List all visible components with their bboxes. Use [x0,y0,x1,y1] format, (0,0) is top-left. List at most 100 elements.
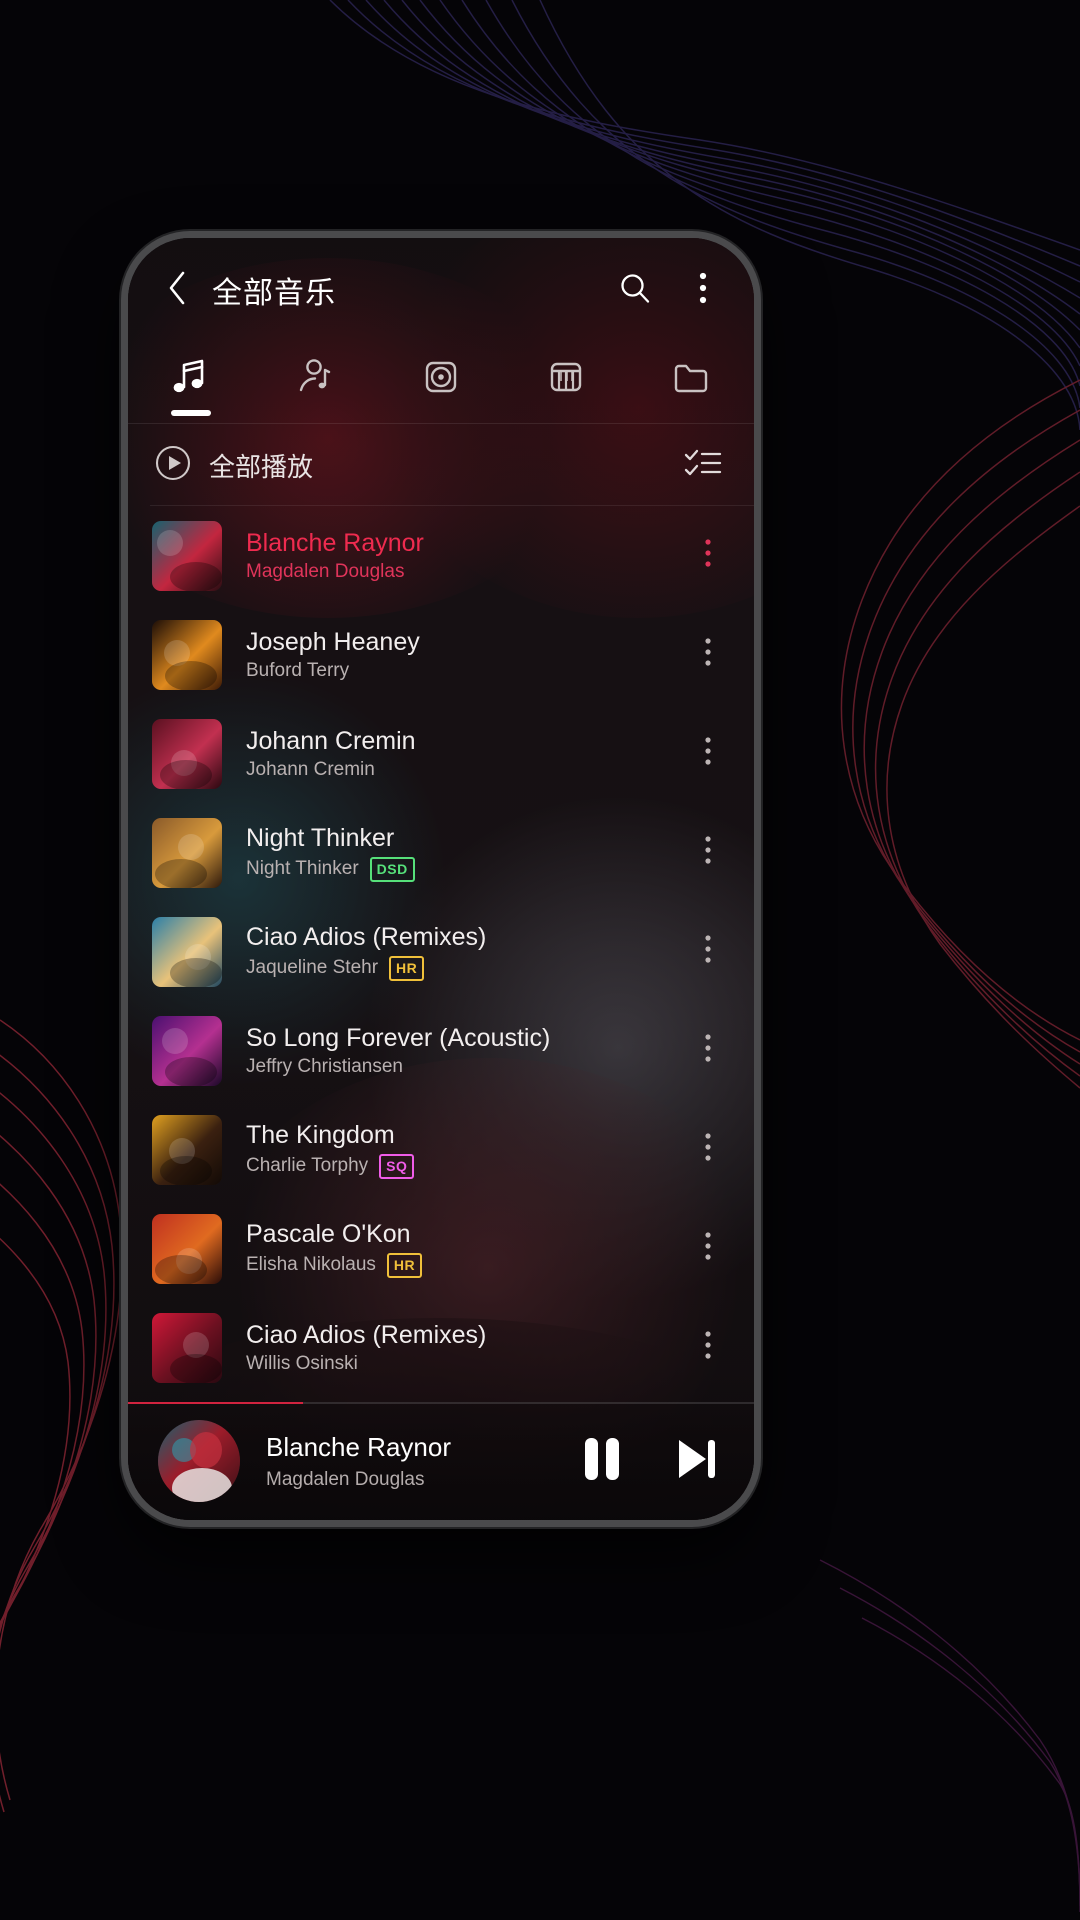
song-overflow-button[interactable] [680,620,736,690]
song-title: Pascale O'Kon [246,1219,411,1248]
chevron-left-icon [166,268,190,313]
song-meta: So Long Forever (Acoustic) Jeffry Christi… [246,1024,680,1078]
pause-icon [580,1434,624,1489]
page-title: 全部音乐 [212,277,336,310]
artwork-image [152,1114,222,1185]
song-title: Joseph Heaney [246,627,420,656]
playback-controls [570,1426,728,1496]
song-row[interactable]: So Long Forever (Acoustic) Jeffry Christi… [128,1001,754,1100]
song-overflow-button[interactable] [680,719,736,789]
pause-button[interactable] [570,1426,634,1496]
app-bar: 全部音乐 [128,238,754,342]
song-overflow-button[interactable] [680,1313,736,1383]
tab-genres[interactable] [504,342,629,416]
song-artist: Night Thinker [246,857,359,879]
artwork-image [152,718,222,789]
song-artist: Jeffry Christiansen [246,1055,403,1077]
artwork-image [152,1015,222,1086]
artwork-image [152,817,222,888]
song-meta: The Kingdom Charlie Torphy SQ [246,1121,680,1179]
song-artwork[interactable] [152,916,222,987]
song-row[interactable]: Ciao Adios (Remixes) Jaqueline Stehr HR [128,902,754,1001]
playback-progress-track[interactable] [128,1402,754,1404]
tab-active-indicator [170,410,211,416]
song-artist: Johann Cremin [246,758,375,780]
song-meta: Pascale O'Kon Elisha Nikolaus HR [246,1220,680,1278]
song-artist-line: Jaqueline Stehr HR [246,955,680,981]
song-overflow-button[interactable] [680,1115,736,1185]
song-row[interactable]: Night Thinker Night Thinker DSD [128,803,754,902]
song-row[interactable]: Blanche Raynor Magdalen Douglas [128,506,754,605]
song-artist: Jaqueline Stehr [246,956,379,978]
library-tab-bar [128,342,754,424]
quality-badge: HR [386,1252,423,1278]
artist-icon [293,354,339,405]
overflow-menu-button[interactable] [674,261,732,319]
song-artist-line: Night Thinker DSD [246,856,680,882]
phone-screen: 全部音乐 全部播放 Blanche Raynor Magdalen Dougla… [128,238,754,1520]
song-overflow-button[interactable] [680,1016,736,1086]
song-row[interactable]: Pascale O'Kon Elisha Nikolaus HR [128,1199,754,1298]
play-all-label: 全部播放 [209,451,314,482]
song-artist: Buford Terry [246,659,350,681]
song-artist: Willis Osinski [246,1352,358,1374]
album-disc-icon [418,354,464,405]
more-vertical-icon [698,271,708,310]
song-artist-line: Johann Cremin [246,758,680,781]
artwork-image [152,916,222,987]
song-artist-line: Elisha Nikolaus HR [246,1252,680,1278]
more-vertical-icon [704,736,712,771]
song-overflow-button[interactable] [680,1214,736,1284]
song-artwork[interactable] [152,718,222,789]
song-artist: Elisha Nikolaus [246,1253,376,1275]
artwork-image [152,619,222,690]
song-overflow-button[interactable] [680,917,736,987]
search-button[interactable] [606,261,664,319]
song-artist: Charlie Torphy [246,1154,369,1176]
song-overflow-button[interactable] [680,818,736,888]
back-button[interactable] [152,264,204,316]
more-vertical-icon [704,1330,712,1365]
song-artwork[interactable] [152,817,222,888]
skip-next-icon [672,1435,720,1488]
song-title: Ciao Adios (Remixes) [246,922,487,951]
search-icon [618,271,652,310]
more-vertical-icon [704,538,712,573]
song-meta: Blanche Raynor Magdalen Douglas [246,529,680,583]
multiselect-button[interactable] [674,436,732,494]
song-title: So Long Forever (Acoustic) [246,1023,551,1052]
mini-player[interactable]: Blanche Raynor Magdalen Douglas [128,1402,754,1520]
song-row[interactable]: Ciao Adios (Remixes) Willis Osinski [128,1298,754,1397]
tab-songs[interactable] [128,342,253,416]
artwork-image [152,1213,222,1284]
song-artwork[interactable] [152,1312,222,1383]
song-artwork[interactable] [152,1114,222,1185]
tab-folders[interactable] [629,342,754,416]
tab-albums[interactable] [378,342,503,416]
song-overflow-button[interactable] [680,521,736,591]
now-playing-title: Blanche Raynor [266,1431,451,1462]
app-bar-actions [606,261,732,319]
song-artist-line: Willis Osinski [246,1352,680,1375]
song-meta: Ciao Adios (Remixes) Jaqueline Stehr HR [246,923,680,981]
artwork-image [152,520,222,591]
tab-artists[interactable] [253,342,378,416]
play-all-row[interactable]: 全部播放 [128,424,754,506]
song-meta: Johann Cremin Johann Cremin [246,727,680,781]
song-row[interactable]: Johann Cremin Johann Cremin [128,704,754,803]
song-meta: Joseph Heaney Buford Terry [246,628,680,682]
song-row[interactable]: The Kingdom Charlie Torphy SQ [128,1100,754,1199]
more-vertical-icon [704,1033,712,1068]
song-artist-line: Charlie Torphy SQ [246,1153,680,1179]
song-list[interactable]: Blanche Raynor Magdalen Douglas Joseph Hea… [128,506,754,1402]
song-artwork[interactable] [152,1213,222,1284]
song-artwork[interactable] [152,1015,222,1086]
song-artwork[interactable] [152,619,222,690]
song-row[interactable]: Joseph Heaney Buford Terry [128,605,754,704]
next-track-button[interactable] [664,1426,728,1496]
now-playing-artwork[interactable] [158,1420,240,1502]
song-artwork[interactable] [152,520,222,591]
song-artist: Magdalen Douglas [246,560,405,582]
song-meta: Night Thinker Night Thinker DSD [246,824,680,882]
more-vertical-icon [704,1231,712,1266]
